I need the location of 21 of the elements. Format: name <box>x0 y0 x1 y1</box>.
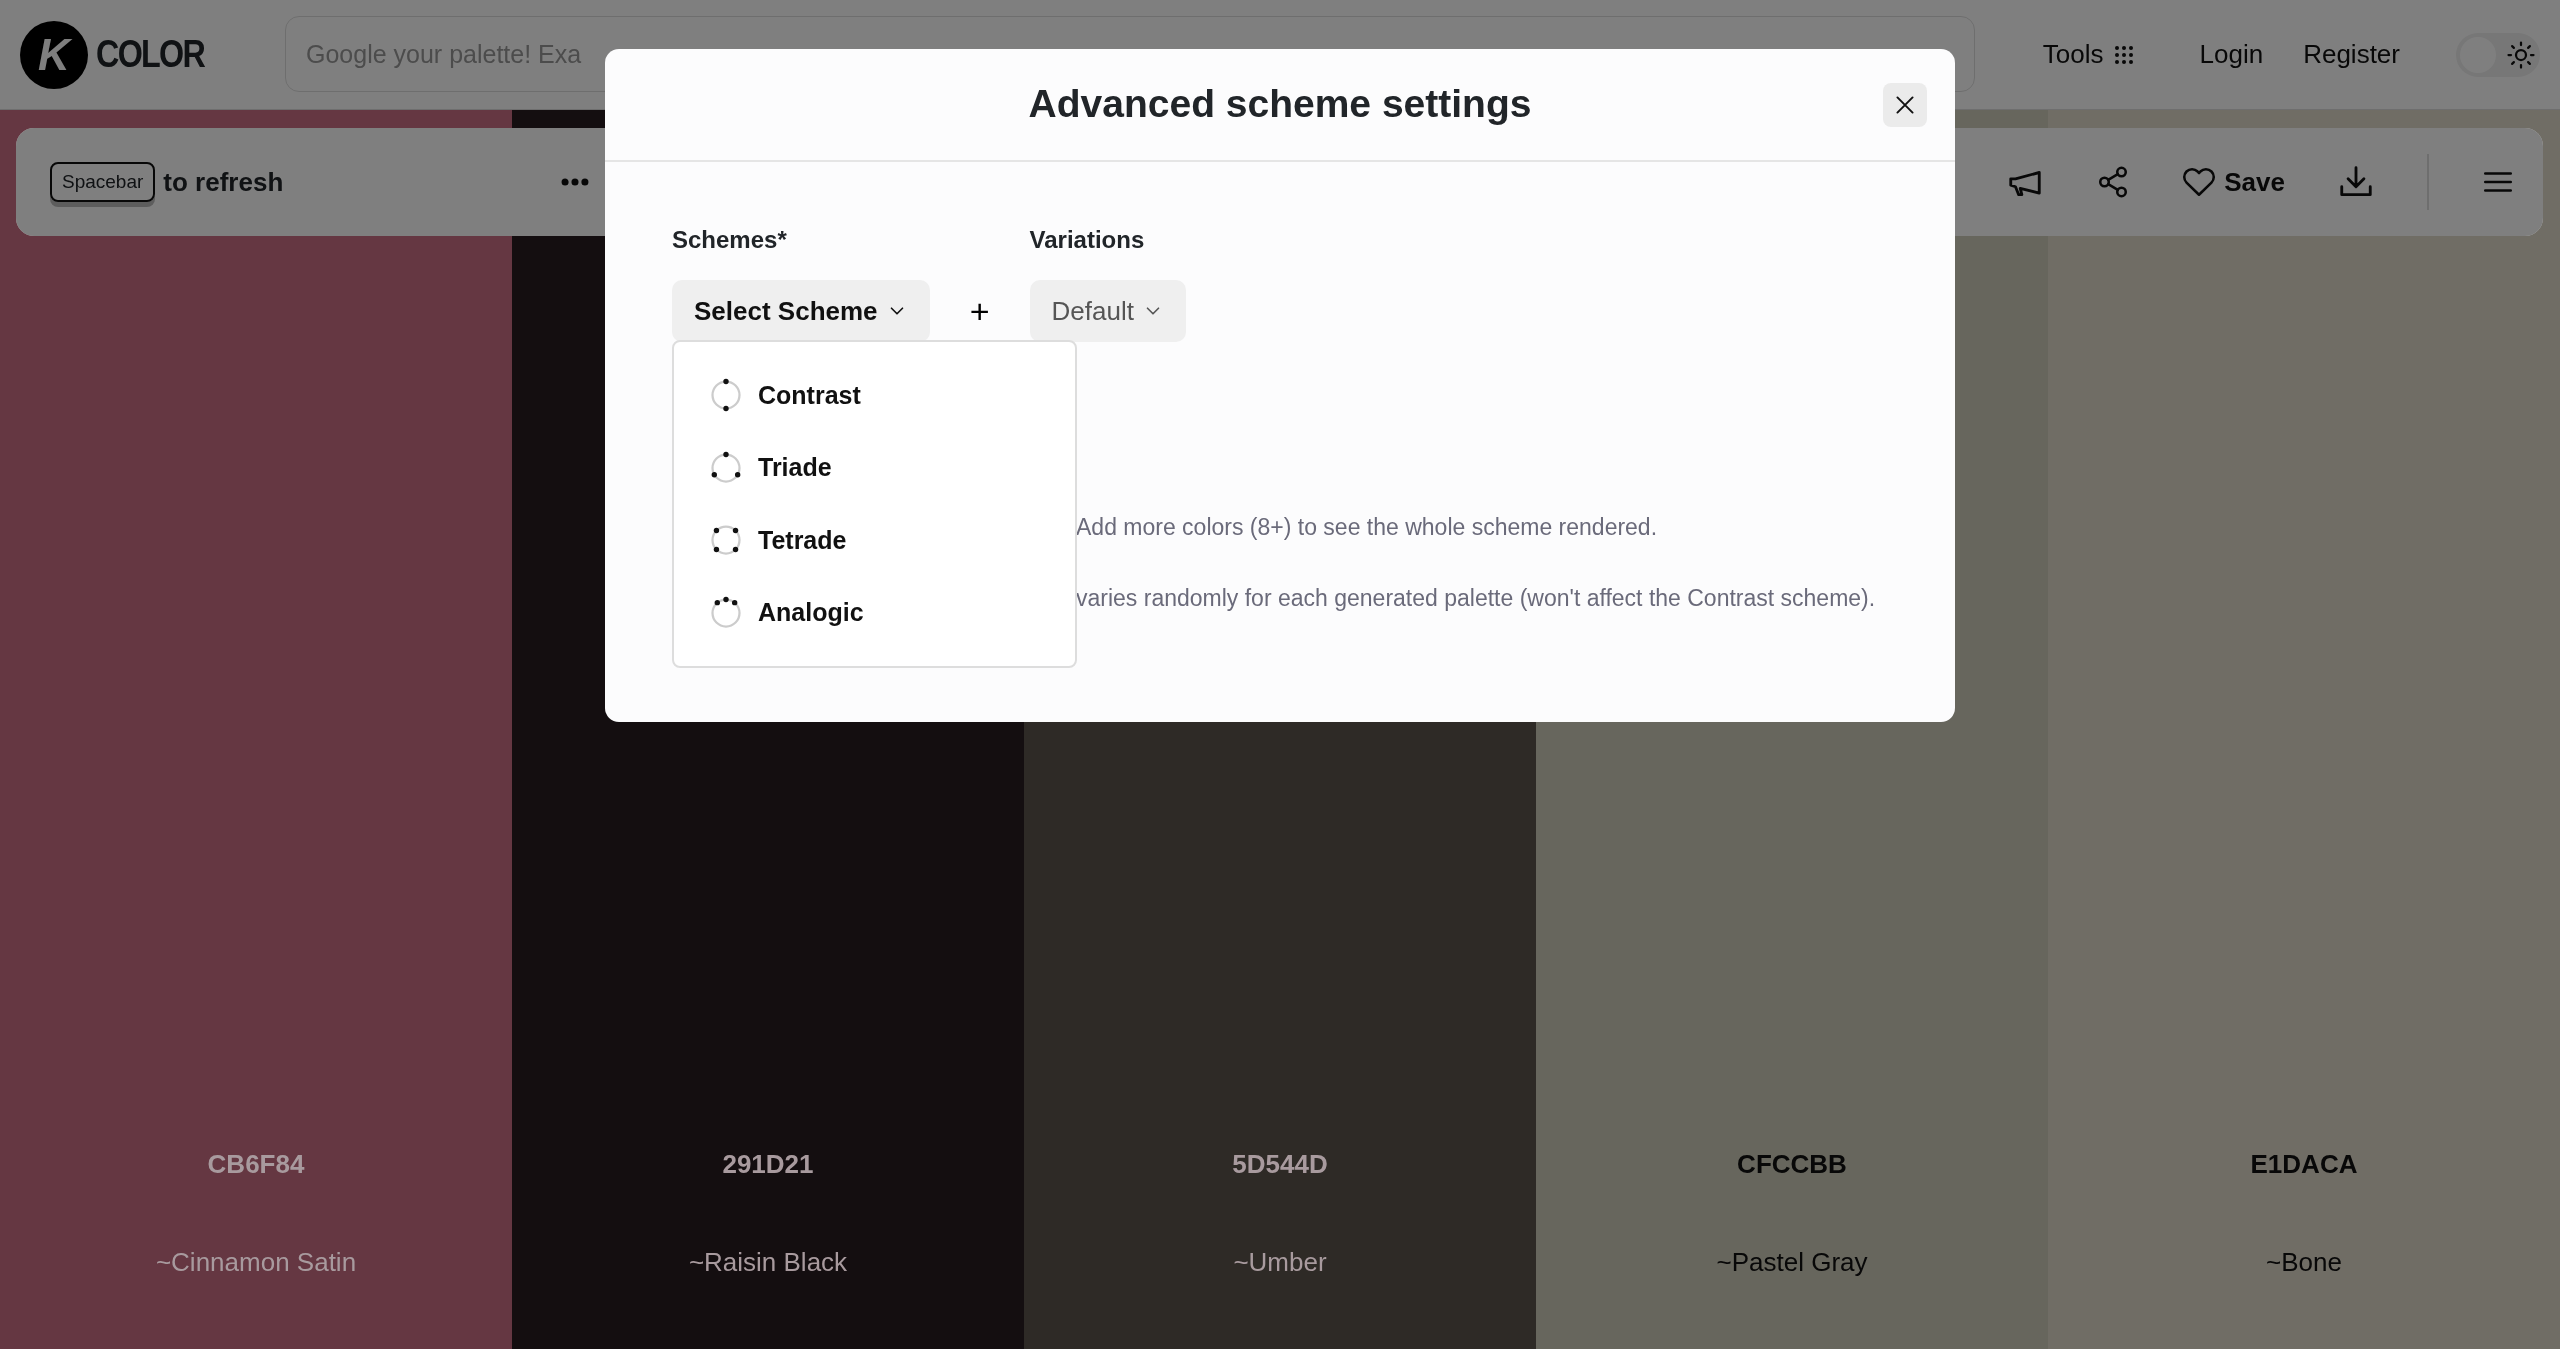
color-name: ~Bone <box>2265 1246 2343 1279</box>
logo-text: COLOR <box>96 32 205 77</box>
variation-dropdown[interactable]: Default <box>1029 280 1186 342</box>
color-name: ~Umber <box>1232 1246 1328 1279</box>
save-button[interactable]: Save <box>2182 162 2285 202</box>
hex-code: CB6F84 <box>206 1148 306 1181</box>
color-name: ~Raisin Black <box>687 1246 849 1279</box>
hex-code: 5D544D <box>1231 1148 1329 1181</box>
hex-code: E1DACA <box>2249 1148 2359 1181</box>
field-label: Variations <box>1029 225 1146 255</box>
hex-code: 291D21 <box>721 1148 815 1181</box>
tools-menu[interactable]: Tools <box>2042 35 2136 74</box>
color-name: ~Pastel Gray <box>1715 1246 1869 1279</box>
field-label: Schemes* <box>672 225 788 255</box>
color-name: ~Cinnamon Satin <box>154 1246 358 1279</box>
scheme-dropdown[interactable]: Select Scheme <box>672 280 930 342</box>
logo-mark: K <box>20 20 88 89</box>
hint-text: to refresh <box>163 165 284 199</box>
hex-code: CFCCBB <box>1736 1148 1848 1181</box>
nav-link[interactable]: Login <box>2199 35 2264 74</box>
nav-link[interactable]: Register <box>2303 35 2400 74</box>
